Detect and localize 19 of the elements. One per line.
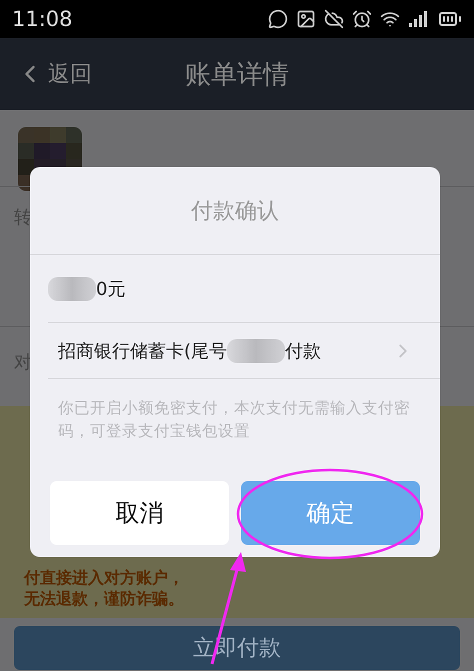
confirm-button[interactable]: 确定 (241, 481, 420, 545)
cancel-button[interactable]: 取消 (50, 481, 229, 545)
dialog-message: 你已开启小额免密支付，本次支付无需输入支付密码，可登录支付宝钱包设置 (57, 398, 411, 442)
dialog-title: 付款确认 (30, 167, 440, 255)
warning-text: 付直接进入对方账户，无法退款，谨防诈骗。 (24, 568, 185, 610)
cloud-icon (324, 9, 344, 29)
back-button[interactable]: 返回 (16, 59, 92, 89)
chat-icon (268, 9, 288, 29)
card-suffix: 付款 (285, 340, 322, 362)
clock-time: 11:08 (12, 7, 73, 31)
alarm-icon (352, 9, 372, 29)
redacted-mark (48, 276, 96, 300)
signal-icon (408, 11, 430, 27)
card-selector[interactable]: 招商银行储蓄卡(尾号 付款 (48, 323, 440, 379)
card-label: 招商银行储蓄卡(尾号 (58, 340, 228, 362)
page-title: 账单详情 (185, 58, 289, 92)
redacted-mark (227, 338, 286, 362)
amount-text: 0元 (96, 278, 126, 300)
image-icon (296, 9, 316, 29)
